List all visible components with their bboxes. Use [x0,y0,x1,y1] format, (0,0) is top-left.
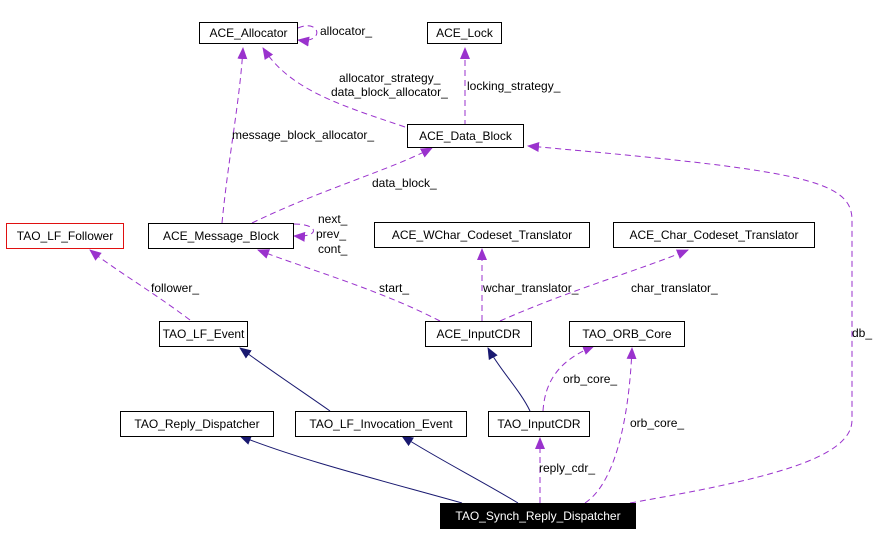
label-orb-core-1: orb_core_ [563,372,618,386]
node-ace-message-block[interactable]: ACE_Message_Block [148,223,294,249]
label-allocator: allocator_ [320,24,373,38]
label-data-block: data_block_ [372,176,437,190]
label-allocator-strategy: allocator_strategy_ [339,71,441,85]
edge-message-block-self [293,223,314,242]
node-ace-lock[interactable]: ACE_Lock [427,22,502,44]
edge-layer [89,25,853,504]
label-cont: cont_ [318,242,348,256]
label-follower: follower_ [151,281,200,295]
node-ace-inputcdr[interactable]: ACE_InputCDR [425,321,532,347]
node-ace-data-block[interactable]: ACE_Data_Block [407,124,524,148]
collaboration-diagram: ACE_Allocator ACE_Lock ACE_Data_Block TA… [0,0,883,544]
label-db: db_ [852,326,873,340]
edge-inputcdr-to-message-block [257,249,441,322]
node-ace-wchar-codeset-translator[interactable]: ACE_WChar_Codeset_Translator [374,222,590,248]
node-tao-reply-dispatcher[interactable]: TAO_Reply_Dispatcher [120,411,274,437]
label-message-block-allocator: message_block_allocator_ [232,128,375,142]
label-prev: prev_ [316,227,347,241]
label-locking-strategy: locking_strategy_ [467,79,561,93]
label-orb-core-2: orb_core_ [630,416,685,430]
edge-lf-invocation-inherits-lf-event [239,347,331,412]
node-tao-lf-event[interactable]: TAO_LF_Event [159,321,248,347]
node-ace-char-codeset-translator[interactable]: ACE_Char_Codeset_Translator [613,222,815,248]
label-next: next_ [318,212,348,226]
label-char-translator: char_translator_ [631,281,718,295]
edge-synch-inherits-lf-invocation [401,435,519,504]
label-start: start_ [379,281,410,295]
edge-allocator-self [297,25,318,47]
node-ace-allocator[interactable]: ACE_Allocator [199,22,298,44]
edge-synch-inherits-reply-dispatcher [239,435,463,504]
node-tao-inputcdr[interactable]: TAO_InputCDR [488,411,590,437]
node-tao-lf-follower[interactable]: TAO_LF_Follower [6,223,124,249]
label-data-block-allocator: data_block_allocator_ [331,85,448,99]
node-tao-orb-core[interactable]: TAO_ORB_Core [569,321,685,347]
edge-tao-inputcdr-inherits-ace-inputcdr [487,347,531,412]
label-reply-cdr: reply_cdr_ [539,461,596,475]
label-wchar-translator: wchar_translator_ [483,281,579,295]
node-tao-lf-invocation-event[interactable]: TAO_LF_Invocation_Event [295,411,467,437]
node-tao-synch-reply-dispatcher: TAO_Synch_Reply_Dispatcher [440,503,636,529]
